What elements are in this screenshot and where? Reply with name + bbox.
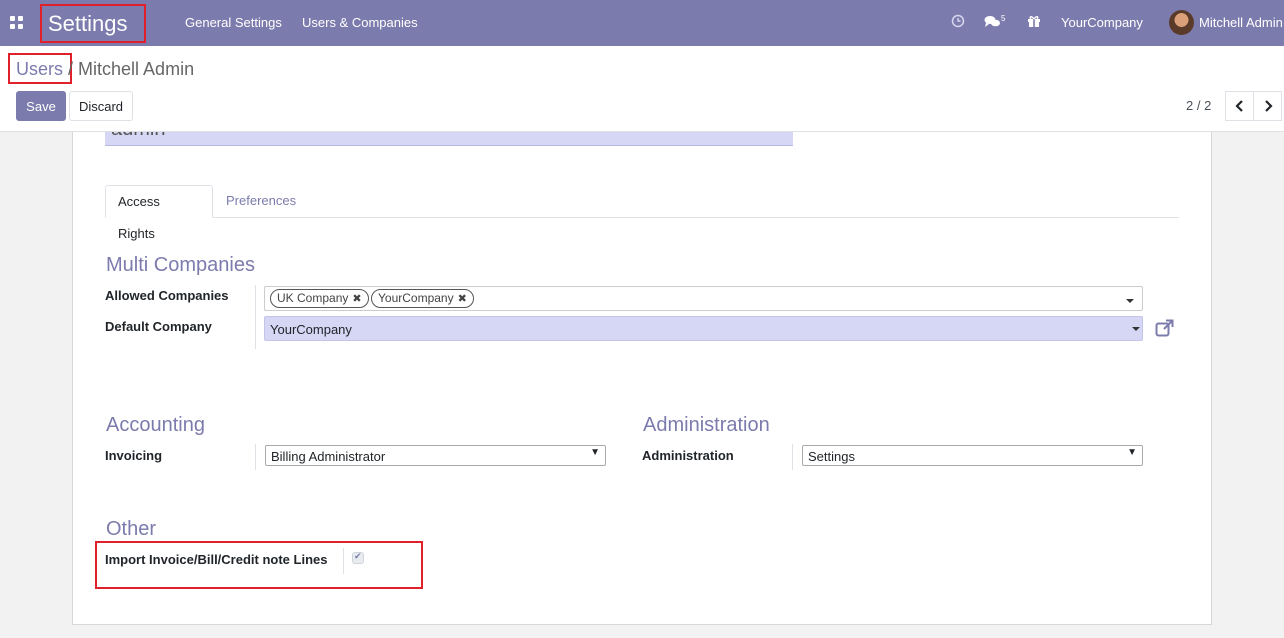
remove-tag-icon[interactable]: ✖: [458, 293, 467, 305]
breadcrumb-users[interactable]: Users: [16, 59, 63, 80]
menu-general-settings[interactable]: General Settings: [185, 15, 282, 30]
checkmark-icon: ✔: [354, 551, 362, 561]
allowed-companies-field[interactable]: UK Company ✖ YourCompany ✖: [264, 286, 1143, 311]
save-button[interactable]: Save: [16, 91, 66, 121]
default-company-value: YourCompany: [270, 322, 352, 337]
invoicing-label: Invoicing: [105, 448, 163, 463]
clock-icon[interactable]: [951, 14, 965, 28]
section-accounting: Accounting: [106, 414, 205, 436]
pager-next-button[interactable]: [1253, 91, 1282, 121]
tag-yourcompany[interactable]: YourCompany ✖: [371, 289, 474, 308]
administration-label: Administration: [642, 448, 734, 463]
caret-down-icon[interactable]: [1132, 327, 1140, 331]
section-administration: Administration: [643, 414, 770, 436]
app-title[interactable]: Settings: [40, 4, 146, 43]
menu-users-companies[interactable]: Users & Companies: [302, 15, 418, 30]
default-company-field[interactable]: YourCompany: [264, 316, 1143, 341]
tag-label: UK Company: [277, 291, 349, 305]
breadcrumb-separator: /: [68, 59, 74, 79]
login-field[interactable]: admin: [105, 132, 793, 146]
section-multi-companies: Multi Companies: [106, 254, 255, 276]
chat-icon[interactable]: [984, 15, 1001, 29]
select-arrow-icon: ▼: [590, 447, 600, 458]
label-separator: [255, 444, 256, 470]
top-navbar: Settings General Settings Users & Compan…: [0, 0, 1284, 46]
chevron-left-icon: [1234, 100, 1243, 112]
pager-value[interactable]: 2 / 2: [1186, 98, 1211, 113]
breadcrumb-current-label: Mitchell Admin: [78, 59, 195, 79]
gift-icon[interactable]: [1027, 14, 1041, 28]
label-separator: [255, 285, 256, 349]
default-company-label: Default Company: [105, 319, 212, 334]
remove-tag-icon[interactable]: ✖: [352, 293, 361, 305]
breadcrumb-current: / Mitchell Admin: [68, 59, 194, 80]
messages-badge: 5: [1001, 14, 1006, 23]
administration-value: Settings: [808, 449, 855, 464]
tab-preferences[interactable]: Preferences: [214, 185, 308, 218]
login-value: admin: [111, 132, 165, 141]
invoicing-value: Billing Administrator: [271, 449, 386, 464]
chevron-right-icon: [1264, 100, 1273, 112]
tab-access-rights[interactable]: Access Rights: [105, 185, 213, 241]
avatar[interactable]: [1169, 10, 1194, 35]
allowed-companies-label: Allowed Companies: [105, 288, 229, 303]
external-link-icon[interactable]: [1155, 319, 1174, 337]
apps-menu-icon[interactable]: [10, 16, 23, 29]
label-separator: [792, 444, 793, 470]
administration-select[interactable]: Settings ▼: [802, 445, 1143, 466]
section-other: Other: [106, 518, 157, 540]
company-switcher[interactable]: YourCompany: [1061, 15, 1143, 30]
caret-down-icon[interactable]: [1126, 299, 1134, 303]
control-panel: Users / Mitchell Admin Save Discard 2 / …: [0, 46, 1284, 132]
pager-previous-button[interactable]: [1225, 91, 1254, 121]
label-separator: [343, 548, 344, 574]
tag-label: YourCompany: [378, 291, 454, 305]
select-arrow-icon: ▼: [1127, 447, 1137, 458]
user-menu[interactable]: Mitchell Admin: [1199, 15, 1283, 30]
import-lines-checkbox[interactable]: ✔: [352, 551, 364, 564]
discard-button[interactable]: Discard: [69, 91, 133, 121]
import-lines-label: Import Invoice/Bill/Credit note Lines: [105, 552, 328, 567]
invoicing-select[interactable]: Billing Administrator ▼: [265, 445, 606, 466]
tag-uk-company[interactable]: UK Company ✖: [270, 289, 369, 308]
